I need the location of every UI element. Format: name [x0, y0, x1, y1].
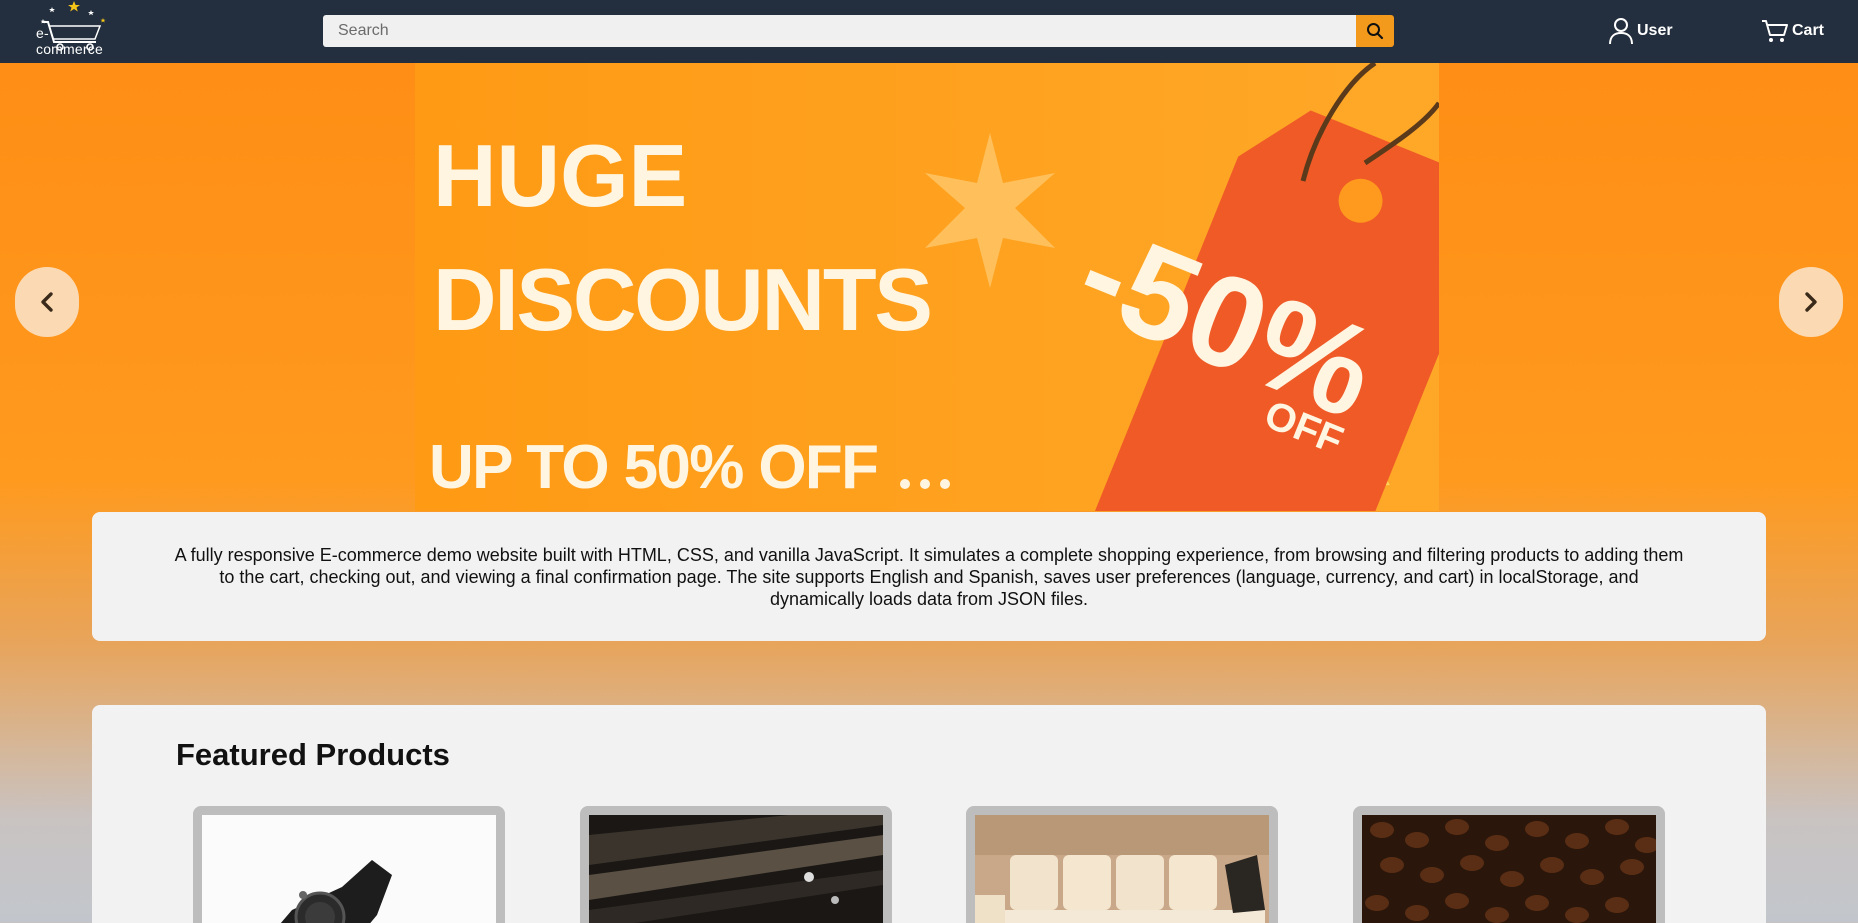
hero-line1: HUGE: [433, 126, 687, 225]
hero-carousel: HUGE DISCOUNTS UP TO 50% OFF -50% OFF: [0, 63, 1858, 511]
cart-icon: [1762, 20, 1788, 42]
product-card[interactable]: [966, 806, 1278, 923]
site-logo[interactable]: e-commerce: [34, 0, 114, 57]
search-button[interactable]: [1356, 15, 1394, 47]
logo-text: e-commerce: [36, 25, 103, 57]
chevron-left-icon: [41, 292, 53, 312]
cart-link[interactable]: Cart: [1761, 16, 1824, 46]
search-input[interactable]: [323, 15, 1356, 47]
intro-card: A fully responsive E-commerce demo websi…: [92, 512, 1766, 641]
chevron-right-icon: [1805, 292, 1817, 312]
carousel-next-button[interactable]: [1779, 267, 1843, 337]
search-icon: [1367, 23, 1384, 40]
product-card[interactable]: [580, 806, 892, 923]
carousel-prev-button[interactable]: [15, 267, 79, 337]
product-image-industrial: [589, 815, 883, 923]
featured-products-section: Featured Products: [92, 705, 1766, 923]
featured-title: Featured Products: [176, 737, 450, 772]
hero-line3: UP TO 50% OFF: [429, 433, 879, 502]
top-navbar: e-commerce User Cart: [0, 0, 1858, 63]
product-image-watch: [202, 815, 496, 923]
product-image-coffee: [1362, 815, 1656, 923]
cart-label: Cart: [1792, 22, 1825, 39]
user-icon: [1609, 18, 1633, 45]
user-label: User: [1637, 22, 1673, 39]
product-card[interactable]: [1353, 806, 1665, 923]
discount-banner-image: HUGE DISCOUNTS UP TO 50% OFF -50% OFF: [415, 63, 1439, 511]
user-menu-link[interactable]: User: [1608, 16, 1673, 46]
intro-description: A fully responsive E-commerce demo websi…: [174, 544, 1684, 609]
hero-line2: DISCOUNTS: [433, 250, 933, 349]
product-card[interactable]: [193, 806, 505, 923]
search-bar: [323, 15, 1394, 47]
product-image-sofa: [975, 815, 1269, 923]
